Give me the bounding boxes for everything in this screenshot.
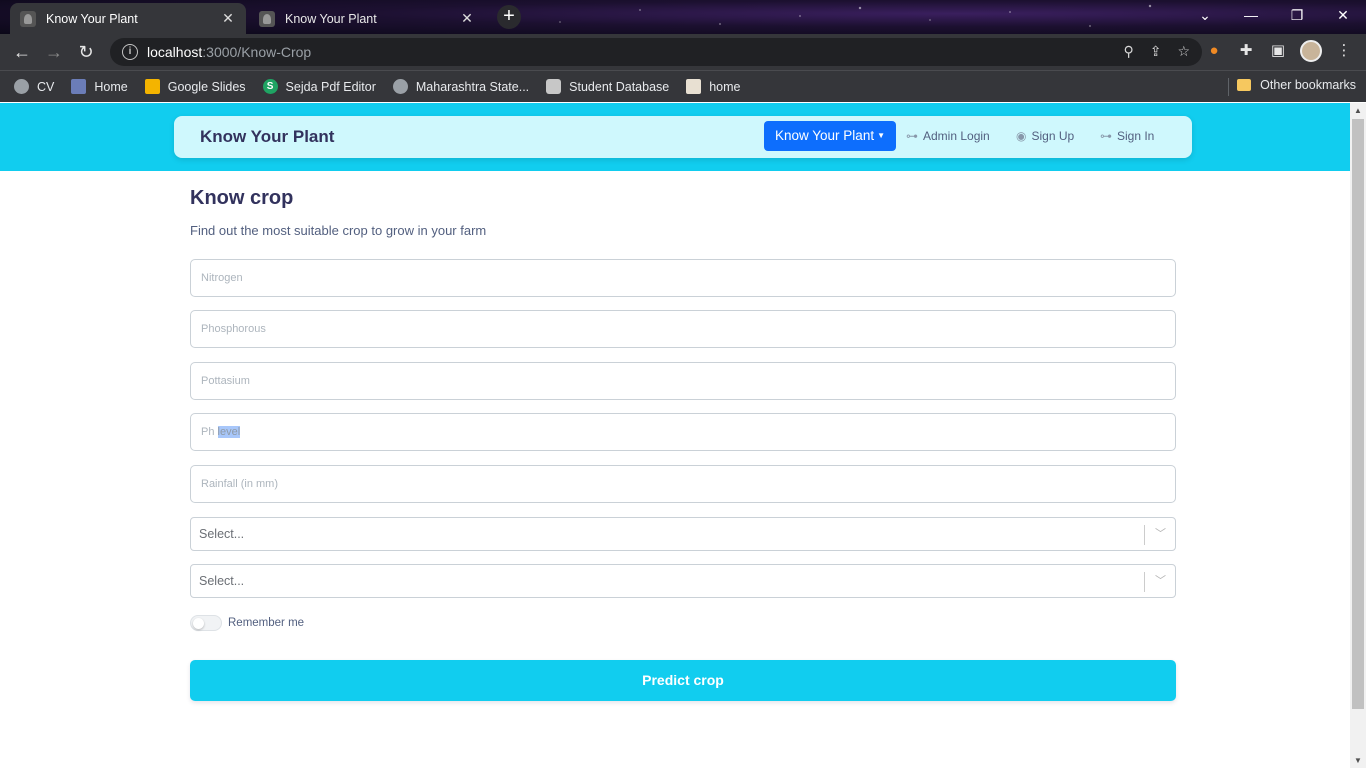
site-info-icon[interactable]: i <box>122 44 138 60</box>
phosphorous-input[interactable]: Phosphorous <box>190 310 1176 348</box>
select-dropdown-2[interactable]: Select... ﹀ <box>190 564 1176 598</box>
bookmark-star-icon[interactable]: ☆ <box>1177 43 1190 60</box>
globe-icon <box>14 79 29 94</box>
address-bar[interactable]: i localhost:3000/Know-Crop ⚲ ⇪ ☆ <box>110 38 1202 66</box>
extension-icon[interactable]: ● <box>1204 41 1224 61</box>
admin-login-link[interactable]: ⊶ Admin Login <box>906 129 990 143</box>
caret-down-icon: ▼ <box>877 131 885 140</box>
menu-kebab-icon[interactable]: ⋮ <box>1334 41 1354 61</box>
back-icon[interactable]: ← <box>6 42 38 63</box>
reload-icon[interactable]: ↻ <box>70 42 102 63</box>
page-icon <box>686 79 702 94</box>
slides-icon <box>144 79 160 94</box>
bookmark-student-database[interactable]: Student Database <box>546 79 669 94</box>
tab-favicon-icon <box>259 10 275 27</box>
ph-level-input[interactable]: Ph level <box>190 413 1176 451</box>
profile-avatar[interactable] <box>1300 40 1322 62</box>
remember-me-row: Remember me <box>190 615 304 631</box>
sign-up-link[interactable]: ◉ Sign Up <box>1016 129 1074 143</box>
bookmark-maharashtra[interactable]: Maharashtra State... <box>392 79 529 94</box>
new-tab-icon[interactable]: + <box>497 5 521 29</box>
tab-title: Know Your Plant <box>285 11 377 26</box>
selected-text: level <box>217 426 241 438</box>
nitrogen-input[interactable]: Nitrogen <box>190 259 1176 297</box>
url-path: :3000/Know-Crop <box>202 44 312 60</box>
page-viewport: Know Your Plant Know Your Plant ▼ ⊶ Admin … <box>0 103 1350 768</box>
browser-tab-2[interactable]: Know Your Plant ✕ <box>249 3 485 34</box>
bookmark-home[interactable]: Home <box>71 79 128 94</box>
bookmark-sejda[interactable]: S Sejda Pdf Editor <box>262 79 376 94</box>
sign-in-link[interactable]: ⊶ Sign In <box>1100 129 1154 143</box>
tab-favicon-icon <box>20 10 36 27</box>
user-circle-icon: ◉ <box>1016 129 1027 143</box>
close-window-icon[interactable]: ✕ <box>1320 0 1366 30</box>
other-bookmarks[interactable]: Other bookmarks <box>1237 78 1356 92</box>
remember-me-label: Remember me <box>228 617 305 629</box>
browser-tab-1[interactable]: Know Your Plant ✕ <box>10 3 246 34</box>
side-panel-icon[interactable]: ▣ <box>1268 41 1288 61</box>
key-icon: ⊶ <box>906 129 918 143</box>
key-icon: ⊶ <box>1100 129 1112 143</box>
page-title: Know crop <box>190 187 294 209</box>
chevron-down-icon[interactable]: ﹀ <box>1155 565 1166 597</box>
page-subtitle: Find out the most suitable crop to grow … <box>190 223 487 238</box>
puzzle-icon[interactable]: ✚ <box>1236 41 1256 61</box>
bookmark-home-2[interactable]: home <box>686 79 741 94</box>
remember-me-toggle[interactable] <box>190 615 222 631</box>
select-separator <box>1144 572 1145 592</box>
share-icon[interactable]: ⇪ <box>1150 43 1162 60</box>
bookmarks-bar: CV Home Google Slides S Sejda Pdf Editor … <box>0 70 1366 102</box>
site-navbar: Know Your Plant Know Your Plant ▼ ⊶ Admin … <box>174 116 1192 158</box>
navbar-brand[interactable]: Know Your Plant <box>200 127 334 147</box>
browser-titlebar: Know Your Plant ✕ Know Your Plant ✕ + ⌄ … <box>0 0 1366 34</box>
extensions-area: ● ✚ ▣ ⋮ <box>1204 40 1354 62</box>
predict-crop-button[interactable]: Predict crop <box>190 660 1176 701</box>
building-icon <box>71 79 87 94</box>
rainfall-input[interactable]: Rainfall (in mm) <box>190 465 1176 503</box>
url-host: localhost <box>147 44 203 60</box>
select-dropdown-1[interactable]: Select... ﹀ <box>190 517 1176 551</box>
zoom-icon[interactable]: ⚲ <box>1123 43 1133 60</box>
sejda-icon: S <box>262 79 278 94</box>
pottasium-input[interactable]: Pottasium <box>190 362 1176 400</box>
folder-icon <box>1237 79 1252 91</box>
chevron-down-icon[interactable]: ﹀ <box>1155 518 1166 550</box>
tab-close-icon[interactable]: ✕ <box>220 10 236 27</box>
bookmark-google-slides[interactable]: Google Slides <box>144 79 246 94</box>
restore-icon[interactable]: ❐ <box>1274 0 1320 30</box>
tab-search-chevron-icon[interactable]: ⌄ <box>1182 0 1228 30</box>
bookmarks-divider <box>1228 78 1229 96</box>
bookmark-cv[interactable]: CV <box>14 79 54 94</box>
globe-icon <box>392 79 408 94</box>
know-crop-form: Know crop Find out the most suitable cro… <box>190 187 1176 238</box>
tab-title: Know Your Plant <box>46 11 138 26</box>
select-separator <box>1144 525 1145 545</box>
database-icon <box>546 79 562 94</box>
page-scrollbar[interactable]: ▲ ▼ <box>1350 103 1366 768</box>
know-your-plant-dropdown[interactable]: Know Your Plant ▼ <box>764 121 896 151</box>
scroll-thumb[interactable] <box>1352 119 1364 709</box>
toggle-knob <box>193 618 204 629</box>
scroll-up-icon[interactable]: ▲ <box>1354 106 1362 115</box>
tab-close-icon[interactable]: ✕ <box>459 10 475 27</box>
scroll-down-icon[interactable]: ▼ <box>1354 756 1362 765</box>
forward-icon[interactable]: → <box>38 42 70 63</box>
minimize-icon[interactable]: — <box>1228 0 1274 30</box>
